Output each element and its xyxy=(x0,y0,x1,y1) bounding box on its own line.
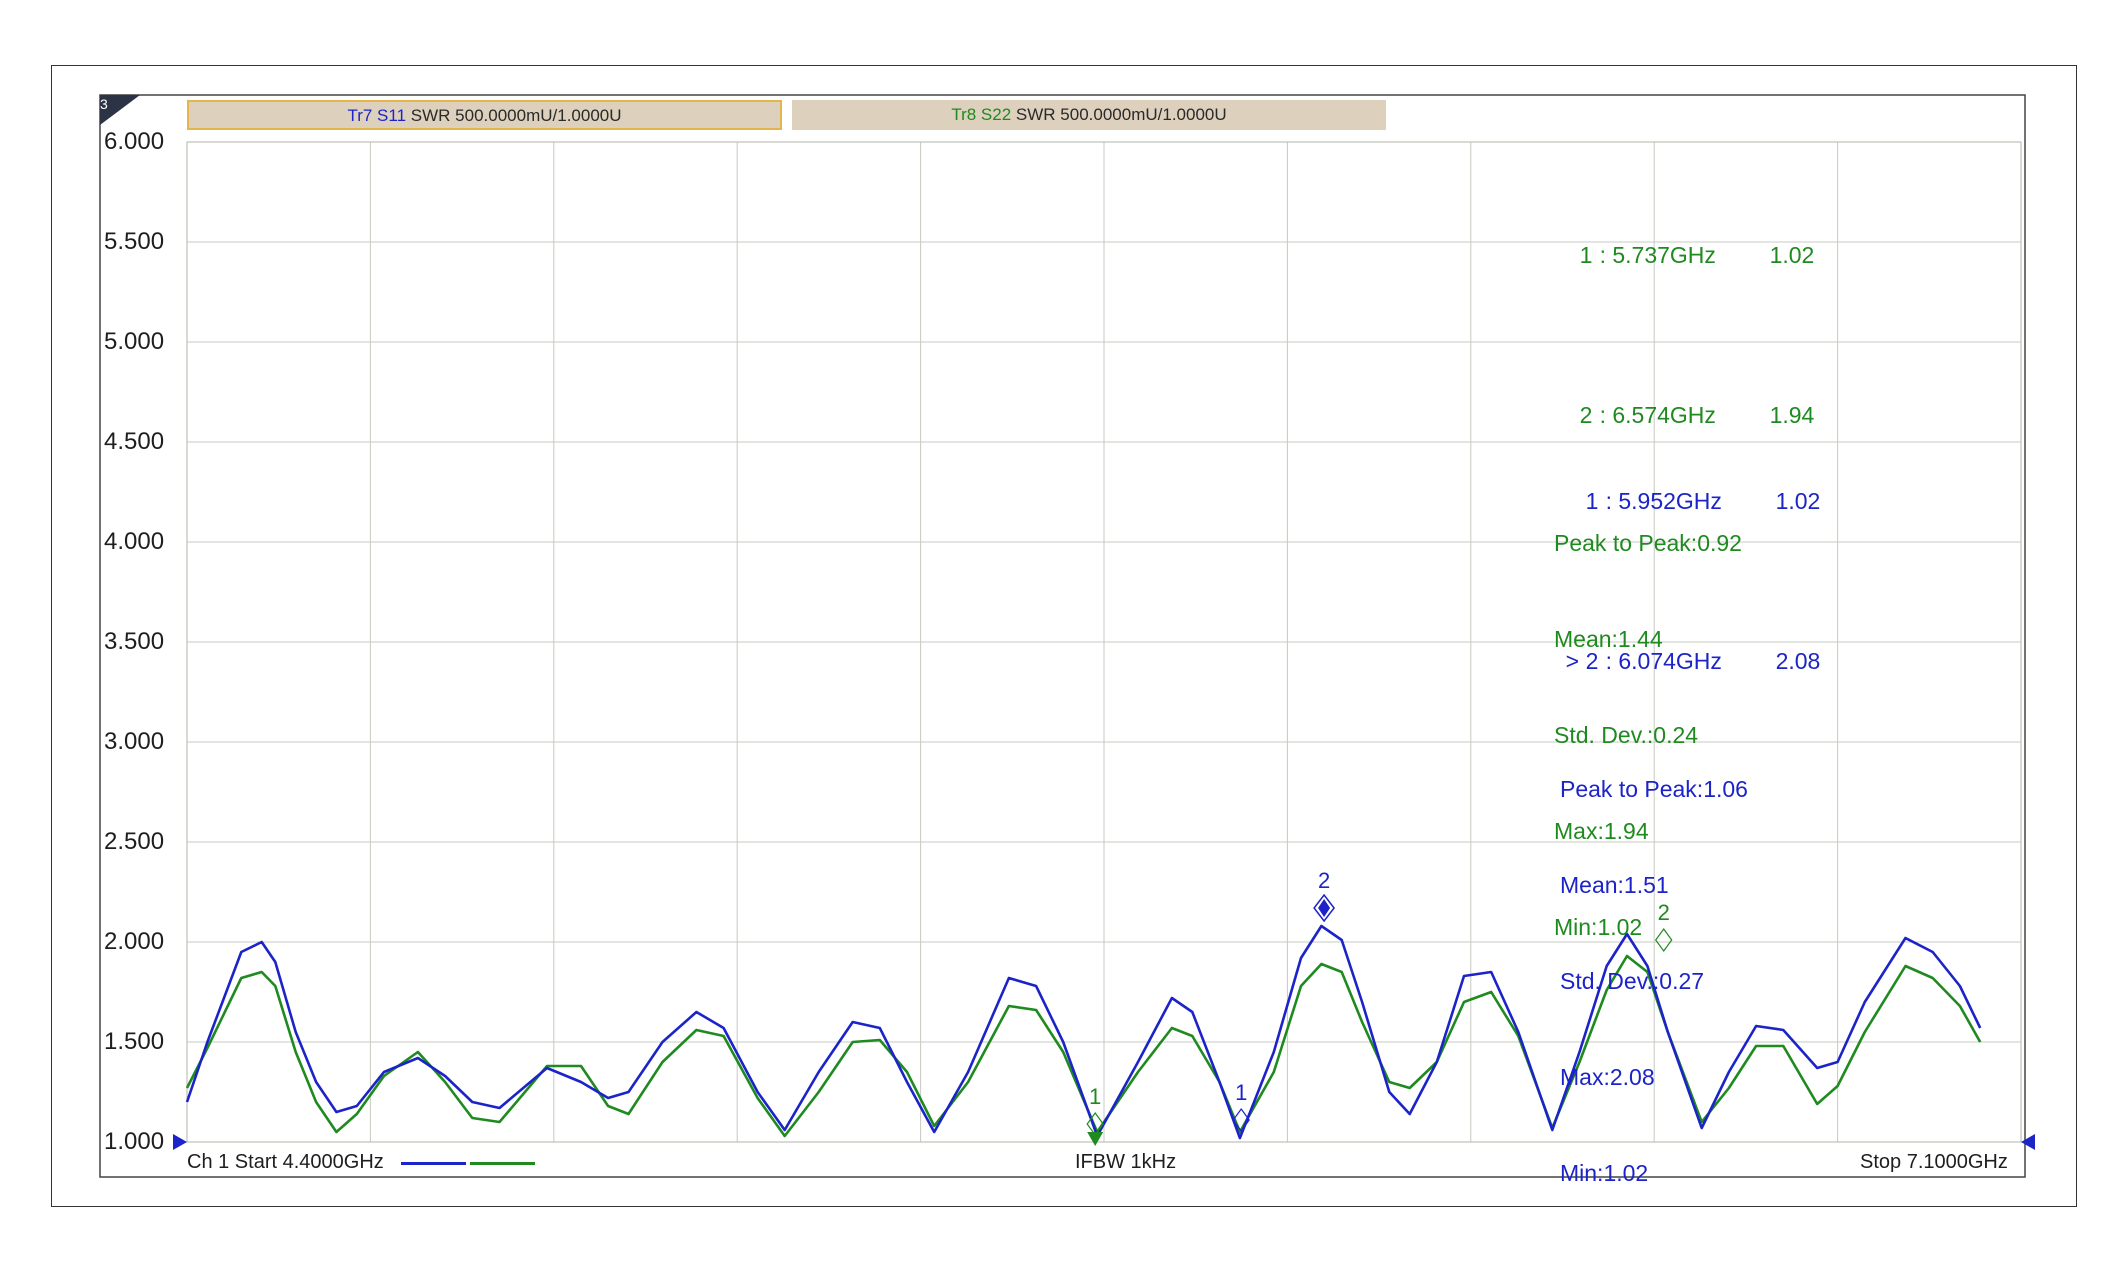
y-tick-label: 5.500 xyxy=(104,228,165,255)
trace-tab-tr8-label: Tr8 S22 xyxy=(951,105,1012,124)
marker-list-tr7: 1: 5.952GHz 1.02 >2: 6.074GHz 2.08 Peak to… xyxy=(1540,389,1820,1221)
y-tick-label: 4.500 xyxy=(104,428,165,455)
trace-tab-tr8[interactable]: Tr8 S22 SWR 500.0000mU/1.0000U xyxy=(792,100,1386,130)
stat-std-dev: Std. Dev.:0.27 xyxy=(1560,968,1705,994)
marker-tip xyxy=(1087,1132,1104,1146)
stat-max: Max:2.08 xyxy=(1560,1064,1655,1090)
y-tick-label: 1.000 xyxy=(104,1128,165,1155)
trace-tab-tr7-format: SWR 500.0000mU/1.0000U xyxy=(410,106,622,125)
y-tick-label: 1.500 xyxy=(104,1028,165,1055)
reference-level-arrow-left xyxy=(173,1134,187,1150)
stat-peak-to-peak: Peak to Peak:1.06 xyxy=(1560,776,1748,802)
marker-number: 1 xyxy=(1579,242,1593,268)
sweep-stop-label: Stop 7.1000GHz xyxy=(1860,1151,2008,1173)
marker-frequency: : 5.737GHz xyxy=(1599,242,1716,268)
legend-line-tr8 xyxy=(470,1162,535,1165)
marker-row: >2: 6.074GHz 2.08 xyxy=(1540,613,1821,709)
y-tick-label: 4.000 xyxy=(104,528,165,555)
marker-label: 1 xyxy=(1089,1084,1101,1109)
stat-mean: Mean:1.51 xyxy=(1560,872,1669,898)
channel-badge: 3 xyxy=(100,96,108,112)
marker-row: 1: 5.952GHz 1.02 xyxy=(1540,453,1821,549)
marker-row: 1: 5.737GHz 1.02 xyxy=(1554,207,1815,303)
trace-tab-tr8-format: SWR 500.0000mU/1.0000U xyxy=(1015,105,1227,124)
marker-value: 1.02 xyxy=(1775,488,1821,514)
reference-level-arrow-right xyxy=(2021,1134,2035,1150)
marker-frequency: : 5.952GHz xyxy=(1605,488,1722,514)
marker-label: 1 xyxy=(1235,1080,1247,1105)
stat-min: Min:1.02 xyxy=(1560,1160,1649,1186)
marker-frequency: : 6.074GHz xyxy=(1605,648,1722,674)
trace-tab-tr7-label: Tr7 S11 xyxy=(347,106,407,125)
sweep-start-label: Ch 1 Start 4.4000GHz xyxy=(187,1151,384,1173)
y-tick-label: 5.000 xyxy=(104,328,165,355)
trace-tab-tr7[interactable]: Tr7 S11 SWR 500.0000mU/1.0000U xyxy=(187,100,782,130)
marker-number: 2 xyxy=(1585,648,1599,674)
y-tick-label: 2.500 xyxy=(104,828,165,855)
y-tick-label: 2.000 xyxy=(104,928,165,955)
ifbw-label: IFBW 1kHz xyxy=(1075,1151,1177,1173)
y-tick-label: 6.000 xyxy=(104,128,165,155)
legend-line-tr7 xyxy=(401,1162,466,1165)
marker-label: 2 xyxy=(1318,868,1330,893)
y-tick-label: 3.500 xyxy=(104,628,165,655)
marker-number: 1 xyxy=(1585,488,1599,514)
active-marker-indicator: > xyxy=(1565,648,1579,674)
marker-value: 1.02 xyxy=(1769,242,1815,268)
marker-value: 2.08 xyxy=(1775,648,1821,674)
y-tick-label: 3.000 xyxy=(104,728,165,755)
